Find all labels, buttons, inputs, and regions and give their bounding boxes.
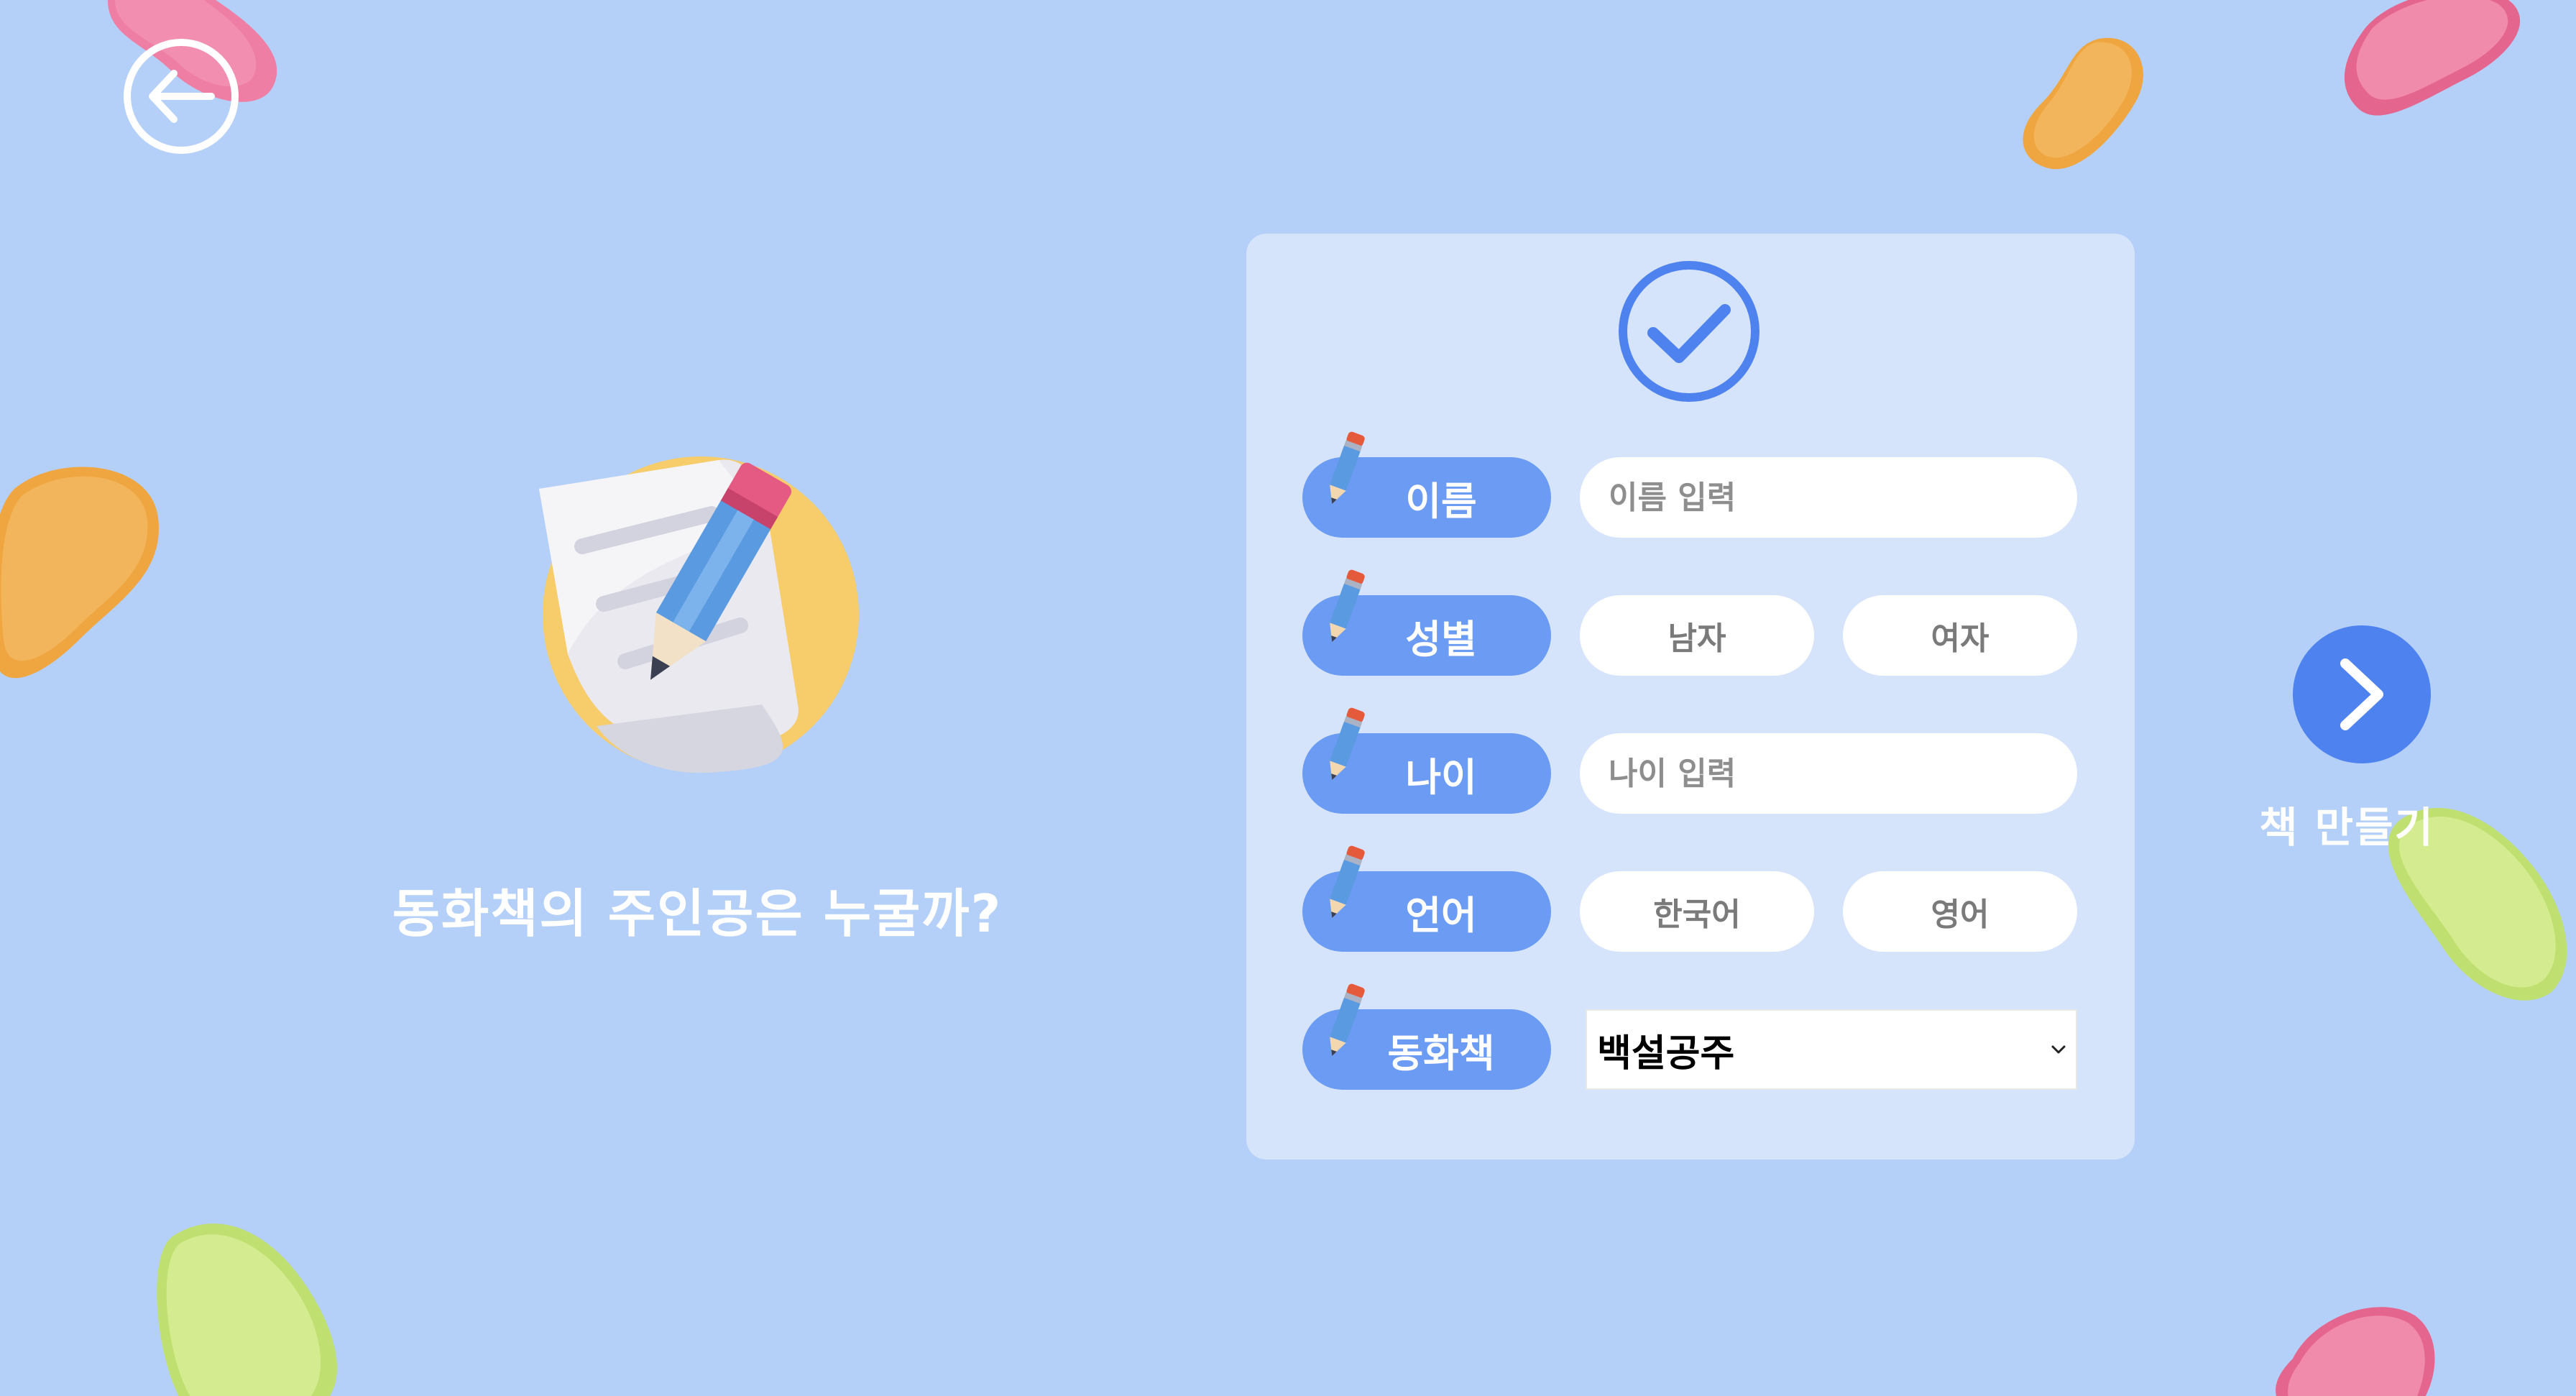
language-english-button[interactable]: 영어	[1843, 871, 2077, 952]
character-form-card: 이름 성별 남자 여자	[1246, 234, 2135, 1159]
name-row: 이름	[1302, 431, 2079, 538]
orange-blob-top	[2023, 37, 2143, 170]
pencil-icon	[1330, 707, 1365, 781]
next-label[interactable]: 책 만들기	[2235, 794, 2458, 854]
story-select[interactable]: 백설공주	[1586, 1009, 2077, 1090]
age-row: 나이	[1302, 707, 2079, 814]
chevron-down-icon	[2051, 1045, 2066, 1054]
next-button[interactable]	[2293, 625, 2431, 763]
orange-blob-left	[0, 467, 159, 679]
check-circle-icon	[1619, 261, 1760, 402]
pink-blob-top-right	[2344, 0, 2521, 116]
gender-row: 성별 남자 여자	[1302, 569, 2079, 676]
notepad-pencil-icon	[539, 456, 859, 773]
back-button[interactable]	[124, 39, 239, 154]
story-row: 동화책 백설공주	[1302, 983, 2079, 1090]
gender-male-button[interactable]: 남자	[1580, 595, 1814, 676]
back-arrow-icon	[149, 70, 215, 123]
gender-female-button[interactable]: 여자	[1843, 595, 2077, 676]
hero-question: 동화책의 주인공은 누굴까?	[392, 883, 1003, 944]
language-korean-button[interactable]: 한국어	[1580, 871, 1814, 952]
story-selected-value: 백설공주	[1597, 1032, 1735, 1075]
pencil-icon	[1330, 845, 1365, 919]
pink-blob-bottom-right	[2276, 1307, 2435, 1396]
pencil-icon	[1330, 569, 1365, 643]
age-input[interactable]	[1580, 733, 2077, 814]
pencil-icon	[1330, 983, 1365, 1057]
name-input[interactable]	[1580, 457, 2077, 538]
language-row: 언어 한국어 영어	[1302, 845, 2079, 952]
chevron-right-icon	[2340, 658, 2383, 730]
pencil-icon	[1330, 431, 1365, 505]
green-blob-bottom-left	[157, 1223, 337, 1396]
